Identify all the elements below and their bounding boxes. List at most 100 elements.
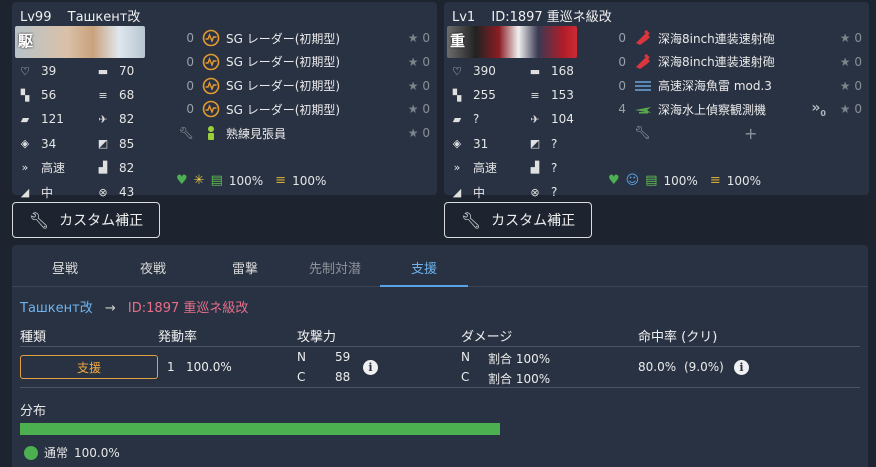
slot-count: 0 xyxy=(186,78,194,93)
distribution-legend: 通常 100.0% xyxy=(24,444,120,461)
equip-slot-5[interactable]: 🔧︎ + xyxy=(604,121,866,145)
header-damage: ダメージ xyxy=(461,330,513,345)
ship-title: Lv99 Ташкент改 xyxy=(20,6,140,25)
improvement-star[interactable]: ★ 0 xyxy=(408,79,430,93)
stat-value: 121 xyxy=(41,112,64,127)
stat-range: ◢ 中 xyxy=(17,181,53,203)
equip-slot-2[interactable]: 0 深海8inch連装速射砲 ★ 0 xyxy=(604,50,866,74)
stat-value: 153 xyxy=(551,88,574,103)
improvement-star[interactable]: ★ 0 xyxy=(840,102,862,116)
improvement-star[interactable]: ★ 0 xyxy=(840,55,862,69)
stat-aa: ✈ 104 xyxy=(527,108,574,130)
equip-name: 深海水上偵察観測機 xyxy=(658,102,767,117)
improvement-star[interactable]: ★ 0 xyxy=(408,102,430,116)
stat-accuracy: ⊗? xyxy=(527,181,557,203)
improvement-level: 0 xyxy=(854,102,862,117)
stat-value: 68 xyxy=(119,88,135,103)
improvement-level: 0 xyxy=(854,31,862,45)
rate-percent: 100.0% xyxy=(186,360,232,374)
range-icon: ◢ xyxy=(452,185,462,199)
asw-icon: ◈ xyxy=(452,137,462,151)
tab-night-battle[interactable]: 夜戦 xyxy=(109,253,197,287)
wrench-icon[interactable]: 🔧︎ xyxy=(172,126,194,140)
equip-slot-3[interactable]: 0 SG レーダー(初期型) ★ 0 xyxy=(172,74,434,98)
tab-support[interactable]: 支援 xyxy=(380,253,468,287)
wrench-icon[interactable]: 🔧︎ xyxy=(634,126,651,141)
ship-level: Lv99 xyxy=(20,10,52,25)
custom-correction-label: カスタム補正 xyxy=(491,213,576,229)
equip-slot-4[interactable]: 4 深海水上偵察観測機 »0 ★ 0 xyxy=(604,97,866,121)
divider xyxy=(20,387,860,388)
ship-banner[interactable]: 駆 xyxy=(15,26,145,58)
hit-info-icon[interactable]: i xyxy=(734,360,749,375)
custom-correction-button[interactable]: 🔧︎ カスタム補正 xyxy=(12,202,160,238)
tab-opening-asw[interactable]: 先制対潜 xyxy=(291,253,379,287)
distribution-label: 分布 xyxy=(20,404,47,419)
morale-heart-icon: ♥ xyxy=(176,173,188,188)
stat-firepower: ▰? xyxy=(449,108,480,130)
stat-value: 39 xyxy=(41,64,57,78)
improvement-star[interactable]: ★ 0 xyxy=(840,31,862,45)
stat-value: 104 xyxy=(551,112,574,127)
tab-day-battle[interactable]: 昼戦 xyxy=(21,253,109,287)
improvement-level: 0 xyxy=(422,54,430,69)
stat-value: 高速 xyxy=(41,161,66,176)
stat-hp-heart: ♡ 390 xyxy=(449,60,496,82)
ship-name[interactable]: ID:1897 重巡ネ級改 xyxy=(491,10,611,25)
equip-slot-5[interactable]: 🔧︎ 熟練見張員 ★ 0 xyxy=(172,121,434,145)
attack-info-icon[interactable]: i xyxy=(363,360,378,375)
stat-los: ◩? xyxy=(527,133,558,155)
improvement-level: 0 xyxy=(422,31,430,45)
attack-route: Ташкент改 → ID:1897 重巡ネ級改 xyxy=(20,297,248,316)
ship-type-kanji: 重 xyxy=(450,32,466,50)
slot-count: 0 xyxy=(186,102,194,117)
luck-icon: ▟ xyxy=(530,161,540,175)
stat-range: ◢ 中 xyxy=(449,181,485,203)
custom-correction-button[interactable]: 🔧︎ カスタム補正 xyxy=(444,202,592,238)
stat-evasion: ▚ 56 xyxy=(17,84,57,106)
stat-accuracy: ⊗ 43 xyxy=(95,181,134,203)
improvement-star[interactable]: ★ 0 xyxy=(408,126,430,140)
equip-slot-3[interactable]: 0 高速深海魚雷 mod.3 ★ 0 xyxy=(604,74,866,98)
equip-slot-4[interactable]: 0 SG レーダー(初期型) ★ 0 xyxy=(172,97,434,121)
equip-slot-2[interactable]: 0 SG レーダー(初期型) ★ 0 xyxy=(172,50,434,74)
stat-value: 31 xyxy=(473,136,489,151)
proficiency-icon[interactable]: »0 xyxy=(811,100,826,118)
stat-value: 56 xyxy=(41,88,57,103)
stat-asw: ◈ 31 xyxy=(449,133,489,155)
torpedo-equip-icon xyxy=(634,77,652,95)
equip-slot-1[interactable]: 0 SG レーダー(初期型) ★ 0 xyxy=(172,26,434,50)
damage-c-value: 割合 100% xyxy=(488,372,551,386)
friendly-ship-card: Lv99 Ташкент改 駆 ♡ 39 ▬ 70 ▚ 56 ≡ 68 ▰ 121 ✈ 82 ◈ 34 ◩ 8… xyxy=(12,2,437,200)
ship-name[interactable]: Ташкент改 xyxy=(68,10,141,25)
equip-name: SG レーダー(初期型) xyxy=(226,55,341,70)
rate-count: 1 xyxy=(167,360,175,374)
wrench-icon: 🔧︎ xyxy=(460,210,482,230)
tab-torpedo[interactable]: 雷撃 xyxy=(201,253,289,287)
gun-icon xyxy=(634,29,652,47)
slot-count: 0 xyxy=(186,31,194,45)
seaplane-icon xyxy=(634,100,652,118)
wrench-icon: 🔧︎ xyxy=(28,210,50,230)
improvement-star[interactable]: ★ 0 xyxy=(408,55,430,69)
improvement-star[interactable]: ★ 0 xyxy=(408,31,430,45)
ship-banner[interactable]: 重 xyxy=(447,26,577,58)
stat-value: 85 xyxy=(119,136,135,151)
radar-icon xyxy=(202,77,220,95)
stat-value: 中 xyxy=(41,185,54,200)
stat-value: 390 xyxy=(473,64,496,78)
equip-slot-1[interactable]: 0 深海8inch連装速射砲 ★ 0 xyxy=(604,26,866,50)
luck-icon: ▟ xyxy=(98,161,108,175)
evasion-icon: ▚ xyxy=(20,88,30,102)
radar-icon xyxy=(202,100,220,118)
radar-icon xyxy=(202,29,220,47)
equip-name: SG レーダー(初期型) xyxy=(226,79,341,94)
slot-count: 0 xyxy=(618,31,626,45)
equip-name: 深海8inch連装速射砲 xyxy=(658,31,775,46)
improvement-level: 0 xyxy=(422,78,430,93)
stat-value: 255 xyxy=(473,88,496,103)
evasion-icon: ▚ xyxy=(452,88,462,102)
add-icon[interactable]: + xyxy=(744,124,757,143)
improvement-star[interactable]: ★ 0 xyxy=(840,79,862,93)
header-attack: 攻撃力 xyxy=(297,330,337,345)
